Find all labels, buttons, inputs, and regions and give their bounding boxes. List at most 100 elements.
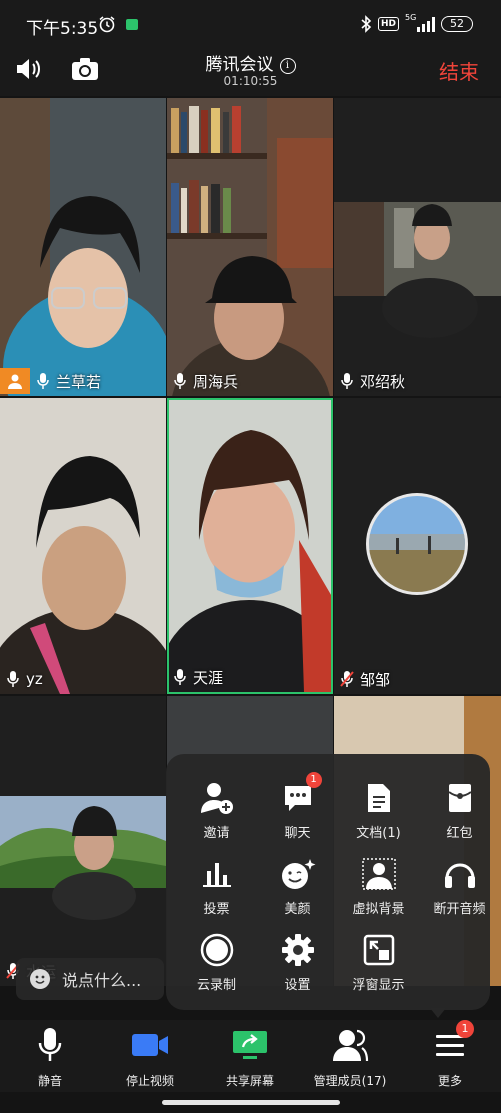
video-tile-participant[interactable]: yz bbox=[0, 398, 166, 694]
vote-icon bbox=[197, 854, 237, 894]
microphone-icon bbox=[341, 373, 353, 389]
microphone-muted-icon bbox=[340, 671, 354, 687]
more-button[interactable]: 1 更多 bbox=[400, 1020, 500, 1089]
participant-label: 兰草若 bbox=[0, 368, 102, 394]
virtual-background-icon bbox=[359, 854, 399, 894]
invite-menu-item[interactable]: 邀请 bbox=[176, 772, 257, 844]
home-indicator[interactable] bbox=[162, 1100, 340, 1105]
tool-label: 更多 bbox=[437, 1074, 462, 1088]
chat-badge: 1 bbox=[305, 772, 322, 788]
participant-label: 邓绍秋 bbox=[340, 370, 405, 392]
virtual-background-menu-item[interactable]: 虚拟背景 bbox=[338, 848, 419, 920]
cloud-record-menu-item[interactable]: 云录制 bbox=[176, 924, 257, 996]
invite-icon bbox=[197, 778, 237, 818]
menu-item-label: 虚拟背景 bbox=[352, 902, 405, 917]
emoji-icon[interactable] bbox=[30, 969, 50, 989]
video-tile-participant[interactable]: 周海兵 bbox=[167, 98, 333, 396]
chat-input[interactable]: 说点什么... bbox=[16, 958, 164, 1000]
menu-item-label: 设置 bbox=[284, 978, 311, 993]
beauty-menu-item[interactable]: 美颜 bbox=[257, 848, 338, 920]
participant-avatar bbox=[334, 398, 501, 694]
participant-video bbox=[169, 400, 331, 692]
participant-label: yz bbox=[6, 668, 43, 690]
signal-icon: 5G bbox=[405, 13, 435, 32]
popover-pointer bbox=[430, 1008, 446, 1018]
menu-item-label: 文档(1) bbox=[356, 826, 401, 841]
cloud-record-icon bbox=[197, 930, 237, 970]
video-camera-icon bbox=[130, 1026, 170, 1064]
menu-item-label: 断开音频 bbox=[433, 902, 486, 917]
message-notification-icon bbox=[126, 19, 138, 30]
participant-name: 邹邹 bbox=[360, 670, 391, 689]
status-indicators: HD 5G 52 bbox=[360, 13, 473, 33]
manage-members-button[interactable]: 管理成员(17) bbox=[300, 1026, 400, 1089]
video-tile-participant[interactable]: 邓绍秋 bbox=[334, 98, 501, 396]
menu-item-label: 邀请 bbox=[203, 826, 230, 841]
red-packet-menu-item[interactable]: 红包 bbox=[419, 772, 500, 844]
meeting-title-text: 腾讯会议 bbox=[205, 55, 274, 75]
hd-icon: HD bbox=[377, 17, 399, 31]
participant-video bbox=[0, 696, 166, 986]
microphone-icon bbox=[30, 1026, 70, 1064]
gear-icon bbox=[278, 930, 318, 970]
video-tile-participant[interactable]: 水运 bbox=[0, 696, 166, 986]
participant-label: 天涯 bbox=[173, 666, 223, 688]
settings-menu-item[interactable]: 设置 bbox=[257, 924, 338, 996]
beauty-icon bbox=[278, 854, 318, 894]
menu-item-label: 浮窗显示 bbox=[352, 978, 405, 993]
menu-item-label: 聊天 bbox=[284, 826, 311, 841]
more-menu-popover: 邀请 1 聊天 文档(1) 红包 投票 美颜 虚拟背景 断开音频 云录制 设置 … bbox=[166, 754, 490, 1010]
meeting-duration: 01:10:55 bbox=[223, 74, 278, 88]
video-tile-active-speaker[interactable]: 天涯 bbox=[167, 398, 333, 694]
participant-label: 邹邹 bbox=[340, 668, 390, 690]
chat-menu-item[interactable]: 1 聊天 bbox=[257, 772, 338, 844]
bottom-toolbar: 静音 停止视频 共享屏幕 管理成员(17) 1 更多 bbox=[0, 1020, 501, 1092]
mute-button[interactable]: 静音 bbox=[0, 1026, 100, 1089]
meeting-header: 腾讯会议 i 01:10:55 结束 bbox=[0, 44, 501, 96]
stop-video-button[interactable]: 停止视频 bbox=[100, 1026, 200, 1089]
share-screen-icon bbox=[230, 1026, 270, 1064]
status-time: 下午5:35 bbox=[26, 19, 99, 39]
participant-name: 周海兵 bbox=[193, 372, 239, 391]
chat-placeholder: 说点什么... bbox=[62, 971, 142, 990]
meeting-title[interactable]: 腾讯会议 i bbox=[0, 50, 501, 75]
menu-item-label: 云录制 bbox=[196, 978, 236, 993]
microphone-icon bbox=[174, 373, 186, 389]
disconnect-audio-menu-item[interactable]: 断开音频 bbox=[419, 848, 500, 920]
info-icon[interactable]: i bbox=[279, 58, 296, 74]
document-icon bbox=[359, 778, 399, 818]
menu-item-label: 投票 bbox=[203, 902, 230, 917]
participant-name: yz bbox=[26, 670, 43, 688]
participant-name: 天涯 bbox=[193, 668, 224, 687]
microphone-icon bbox=[37, 373, 49, 389]
tool-label: 共享屏幕 bbox=[225, 1074, 274, 1088]
bluetooth-icon bbox=[361, 15, 372, 33]
end-meeting-button[interactable]: 结束 bbox=[439, 56, 479, 85]
participant-name: 兰草若 bbox=[56, 372, 102, 391]
participant-video bbox=[0, 98, 166, 396]
participant-video bbox=[0, 398, 166, 694]
battery-icon: 52 bbox=[441, 16, 473, 32]
red-packet-icon bbox=[440, 778, 480, 818]
menu-icon: 1 bbox=[430, 1020, 474, 1064]
tool-label: 静音 bbox=[37, 1074, 62, 1088]
chat-icon: 1 bbox=[278, 772, 322, 818]
alarm-icon bbox=[99, 16, 115, 33]
documents-menu-item[interactable]: 文档(1) bbox=[338, 772, 419, 844]
more-badge: 1 bbox=[456, 1020, 474, 1038]
microphone-icon bbox=[174, 669, 186, 685]
members-icon bbox=[330, 1026, 370, 1064]
floating-window-menu-item[interactable]: 浮窗显示 bbox=[338, 924, 419, 996]
share-screen-button[interactable]: 共享屏幕 bbox=[200, 1026, 300, 1089]
microphone-icon bbox=[7, 671, 19, 687]
floating-window-icon bbox=[359, 930, 399, 970]
vote-menu-item[interactable]: 投票 bbox=[176, 848, 257, 920]
network-label: 5G bbox=[405, 13, 417, 22]
host-badge-icon bbox=[0, 368, 30, 394]
participant-name: 邓绍秋 bbox=[360, 372, 406, 391]
video-tile-participant[interactable]: 兰草若 bbox=[0, 98, 166, 396]
tool-label: 停止视频 bbox=[125, 1074, 174, 1088]
menu-item-label: 美颜 bbox=[284, 902, 311, 917]
video-tile-participant[interactable]: 邹邹 bbox=[334, 398, 501, 694]
participant-video bbox=[334, 98, 501, 396]
